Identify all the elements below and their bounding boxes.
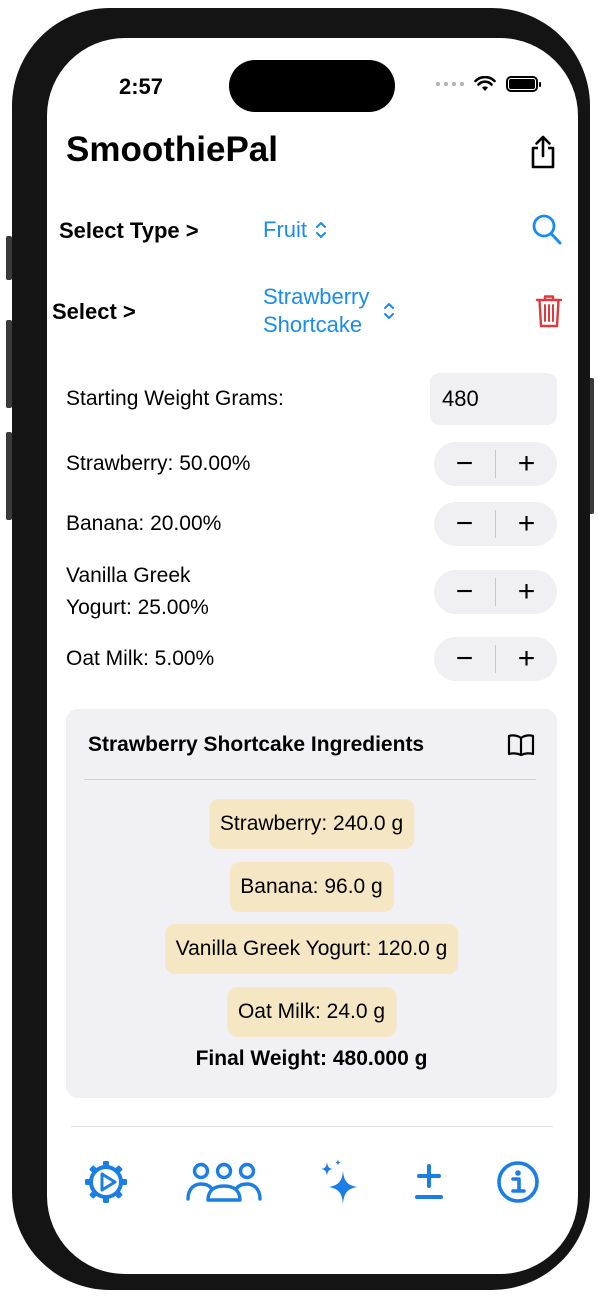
ingredient-label-banana: Banana: 20.00%	[66, 512, 222, 535]
trash-icon[interactable]	[535, 293, 563, 329]
chevron-up-down-icon	[316, 222, 326, 238]
ingredient-label-yogurt: Vanilla Greek Yogurt: 25.00%	[66, 560, 209, 624]
increment-button[interactable]: +	[496, 502, 557, 546]
ingredient-label-yogurt-line2: Yogurt: 25.00%	[66, 596, 209, 619]
ingredient-label-yogurt-line1: Vanilla Greek	[66, 564, 191, 587]
decrement-button[interactable]: −	[434, 637, 495, 681]
summary-divider	[84, 779, 536, 780]
summary-title: Strawberry Shortcake Ingredients	[88, 733, 425, 756]
ingredient-chip: Vanilla Greek Yogurt: 120.0 g	[164, 924, 459, 974]
info-icon	[497, 1161, 539, 1203]
share-icon[interactable]	[527, 134, 559, 170]
sparkles-icon	[321, 1159, 357, 1204]
ingredient-label-oat-milk: Oat Milk: 5.00%	[66, 647, 215, 670]
app-title: SmoothiePal	[66, 130, 278, 169]
recipe-picker-value-line2: Shortcake	[263, 312, 363, 337]
ingredient-chip: Banana: 96.0 g	[229, 862, 394, 912]
tab-settings[interactable]	[81, 1156, 131, 1208]
book-icon[interactable]	[507, 733, 535, 757]
status-time: 2:57	[119, 74, 164, 99]
tab-info[interactable]	[495, 1156, 541, 1208]
final-weight: Final Weight: 480.000 g	[195, 1047, 428, 1070]
banana-stepper[interactable]: − +	[434, 502, 557, 546]
strawberry-stepper[interactable]: − +	[434, 442, 557, 486]
type-picker[interactable]: Fruit	[263, 216, 327, 244]
ingredients-summary-card: Strawberry Shortcake Ingredients Strawbe…	[66, 709, 557, 1098]
ingredient-chip: Strawberry: 240.0 g	[208, 799, 415, 849]
phone-frame: 2:57 SmoothiePal Select Type > Fruit Sel…	[12, 8, 590, 1290]
decrement-button[interactable]: −	[434, 570, 495, 614]
battery-icon	[506, 76, 541, 92]
type-picker-value: Fruit	[263, 217, 307, 242]
decrement-button[interactable]: −	[434, 502, 495, 546]
select-type-label: Select Type >	[59, 218, 199, 243]
recipe-picker[interactable]: Strawberry Shortcake	[263, 283, 395, 339]
status-icons	[436, 76, 541, 92]
search-icon[interactable]	[531, 213, 563, 247]
tab-community[interactable]	[184, 1156, 264, 1208]
recipe-picker-value-line1: Strawberry	[263, 284, 370, 309]
plus-minus-icon	[415, 1164, 443, 1199]
increment-button[interactable]: +	[496, 570, 557, 614]
yogurt-stepper[interactable]: − +	[434, 570, 557, 614]
settings-gear-icon	[85, 1161, 127, 1203]
people-group-icon	[186, 1162, 262, 1202]
wifi-icon	[474, 76, 496, 91]
starting-weight-label: Starting Weight Grams:	[66, 387, 284, 410]
starting-weight-input[interactable]: 480	[430, 373, 557, 425]
increment-button[interactable]: +	[496, 442, 557, 486]
decrement-button[interactable]: −	[434, 442, 495, 486]
select-recipe-label: Select >	[52, 299, 136, 324]
phone-screen: 2:57 SmoothiePal Select Type > Fruit Sel…	[47, 38, 578, 1274]
tab-bar-divider	[71, 1126, 553, 1127]
ingredient-chip: Oat Milk: 24.0 g	[226, 987, 397, 1037]
chevron-up-down-icon	[384, 303, 395, 319]
ingredient-label-strawberry: Strawberry: 50.00%	[66, 452, 251, 475]
tab-ai-suggestions[interactable]	[315, 1156, 365, 1208]
oat-milk-stepper[interactable]: − +	[434, 637, 557, 681]
dynamic-island	[229, 60, 395, 112]
cellular-signal-icon	[436, 82, 464, 86]
increment-button[interactable]: +	[496, 637, 557, 681]
tab-adjust[interactable]	[409, 1156, 449, 1208]
